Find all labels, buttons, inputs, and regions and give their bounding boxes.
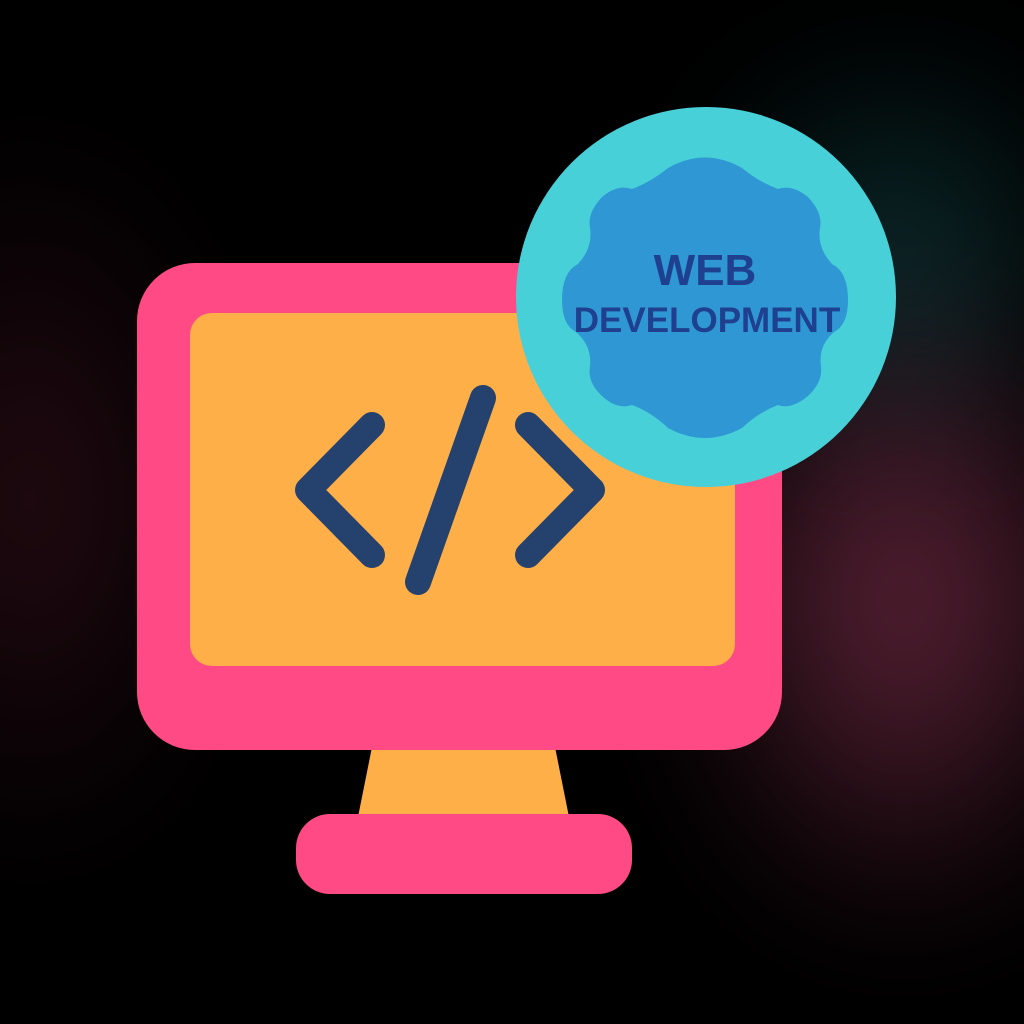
- web-development-illustration: WEB DEVELOPMENT: [0, 0, 1024, 1024]
- gear-icon: [562, 157, 848, 438]
- illustration-svg: WEB DEVELOPMENT: [137, 107, 896, 894]
- badge-title-line1: WEB: [654, 246, 757, 295]
- monitor-stand-base: [296, 814, 632, 894]
- badge: WEB DEVELOPMENT: [516, 107, 896, 487]
- badge-title-line2: DEVELOPMENT: [574, 301, 840, 340]
- monitor-stand-neck: [357, 747, 570, 822]
